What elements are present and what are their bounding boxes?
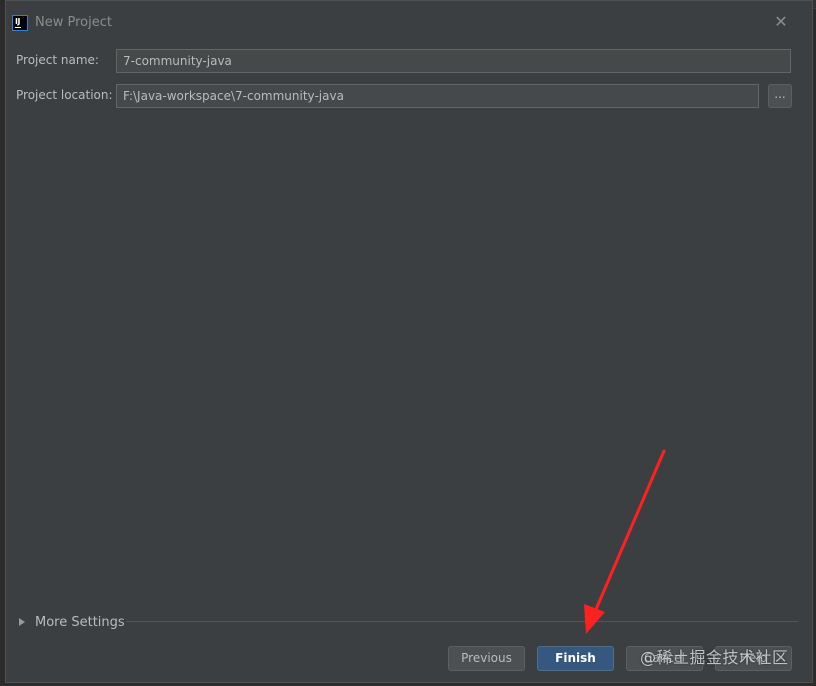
project-location-label: Project location: [16, 88, 113, 102]
watermark-text: @稀土掘金技术社区 [640, 648, 789, 667]
new-project-dialog: IJ New Project ✕ Project name: 7-communi… [5, 0, 813, 683]
browse-button[interactable]: ... [768, 84, 792, 108]
dialog-title: New Project [35, 15, 112, 30]
expand-triangle-icon [19, 618, 25, 626]
project-location-input[interactable]: F:\Java-workspace\7-community-java [116, 84, 759, 108]
close-icon[interactable]: ✕ [774, 14, 788, 30]
intellij-app-icon: IJ [12, 15, 28, 31]
more-settings-label: More Settings [35, 614, 125, 630]
finish-button[interactable]: Finish [537, 646, 614, 671]
project-name-label: Project name: [16, 53, 99, 67]
more-settings-toggle[interactable]: More Settings [19, 613, 125, 631]
dialog-titlebar[interactable]: IJ New Project ✕ [6, 1, 812, 45]
settings-divider [126, 621, 798, 622]
project-name-input[interactable]: 7-community-java [116, 49, 791, 73]
previous-button[interactable]: Previous [448, 646, 525, 671]
